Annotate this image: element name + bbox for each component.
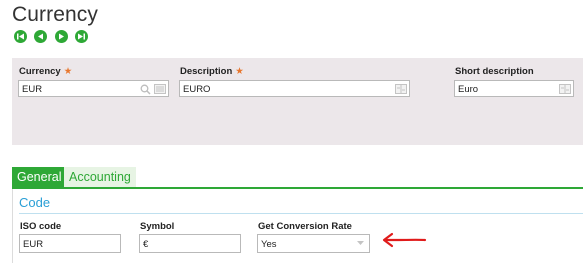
short-description-value: Euro [458,84,479,95]
skip-to-start-icon [17,33,24,40]
red-arrow-icon [382,232,427,248]
short-description-field[interactable]: Euro [454,80,574,97]
next-record-button[interactable] [55,30,68,43]
tab-general[interactable]: General [12,167,64,187]
skip-to-end-icon [78,33,85,40]
symbol-field[interactable]: € [139,234,241,253]
next-icon [59,33,64,40]
iso-code-label: ISO code [20,221,62,232]
description-value: EURO [183,84,211,95]
currency-label: Currency ★ [19,66,72,77]
symbol-label: Symbol [140,221,175,232]
first-record-button[interactable] [14,30,27,43]
section-divider [19,213,583,214]
section-title: Code [19,195,51,210]
symbol-value: € [143,239,149,250]
translation-icon[interactable] [395,84,407,94]
last-record-button[interactable] [75,30,88,43]
dropdown-arrow-icon[interactable] [357,241,364,246]
required-star-icon: ★ [235,66,244,77]
required-star-icon: ★ [63,66,73,77]
description-label-text: Description [180,66,233,77]
search-icon[interactable] [140,84,151,95]
iso-code-value: EUR [23,239,44,250]
currency-value: EUR [22,84,43,95]
currency-label-text: Currency [19,66,61,77]
description-field[interactable]: EURO [179,80,410,97]
previous-icon [38,33,43,40]
iso-code-field[interactable]: EUR [19,234,121,253]
previous-record-button[interactable] [34,30,47,43]
currency-field[interactable]: EUR [18,80,169,97]
conversion-rate-value: Yes [261,239,277,250]
page-title: Currency [12,3,98,26]
selection-list-icon[interactable] [154,84,166,94]
tab-accounting[interactable]: Accounting [64,167,136,187]
conversion-rate-label: Get Conversion Rate [258,221,352,232]
description-label: Description ★ [180,66,244,77]
short-description-label: Short description [455,66,534,77]
translation-icon[interactable] [559,84,571,94]
conversion-rate-select[interactable]: Yes [257,234,370,253]
